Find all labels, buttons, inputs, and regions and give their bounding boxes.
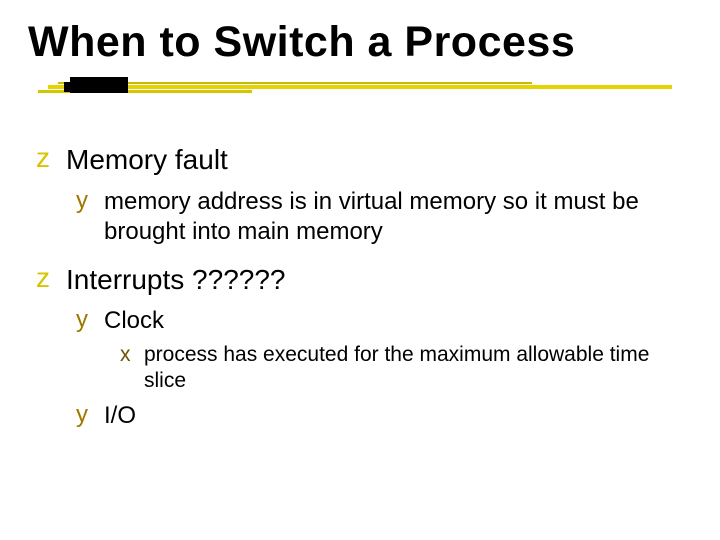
list-item: y Clock — [76, 306, 692, 336]
list-item: x process has executed for the maximum a… — [120, 342, 692, 395]
bullet-l2-icon: y — [76, 187, 104, 216]
slide-title: When to Switch a Process — [28, 18, 692, 67]
bullet-l2-icon: y — [76, 306, 104, 335]
list-item-text: memory address is in virtual memory so i… — [104, 187, 664, 247]
list-item-text: Clock — [104, 306, 164, 336]
list-item-text: Memory fault — [66, 143, 228, 177]
bullet-l1-icon: z — [36, 263, 66, 294]
list-item-text: Interrupts ?????? — [66, 263, 286, 297]
list-item: y I/O — [76, 401, 692, 431]
list-item-text: I/O — [104, 401, 136, 431]
bullet-l3-icon: x — [120, 342, 144, 368]
list-item: z Memory fault — [36, 143, 692, 177]
slide-body: z Memory fault y memory address is in vi… — [28, 143, 692, 431]
slide: When to Switch a Process z Memory fault … — [0, 0, 720, 540]
list-item-text: process has executed for the maximum all… — [144, 342, 684, 395]
title-underline — [28, 77, 692, 107]
bullet-l2-icon: y — [76, 401, 104, 430]
list-item: y memory address is in virtual memory so… — [76, 187, 692, 247]
bullet-l1-icon: z — [36, 143, 66, 174]
list-item: z Interrupts ?????? — [36, 263, 692, 297]
